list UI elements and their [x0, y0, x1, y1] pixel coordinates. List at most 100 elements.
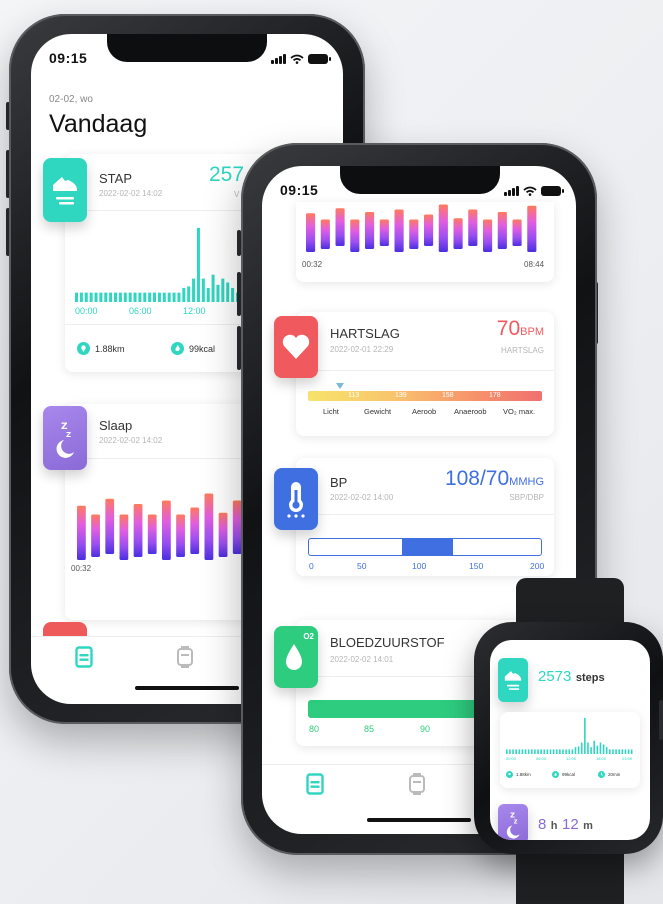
sleep-stage-block [379, 219, 389, 246]
step-bar [506, 749, 508, 754]
heart-zone-bar [308, 391, 542, 401]
step-card-title: STAP [99, 171, 132, 186]
device-tab-icon[interactable] [408, 773, 426, 795]
sleep-stage-block [497, 212, 507, 249]
sleep-stage-block [468, 209, 478, 246]
step-bar [512, 749, 514, 754]
heart-card-sub: HARTSLAG [501, 346, 544, 355]
step-bar [605, 747, 608, 754]
step-bar [534, 749, 536, 754]
page-title: Vandaag [49, 110, 148, 138]
heart-card-value: 70BPM [496, 317, 544, 340]
step-bar [94, 292, 98, 302]
sneaker-icon [53, 177, 77, 205]
heart-rate-card[interactable]: HARTSLAG 2022-02-01 22:29 70BPM HARTSLAG… [296, 312, 554, 436]
sleep-stage-chart [77, 493, 242, 560]
oxygen-card-title: BLOEDZUURSTOF [330, 635, 445, 650]
sleep-card-strip[interactable]: 00:32 08:44 [296, 202, 554, 282]
heart-icon [282, 334, 310, 359]
report-tab-icon[interactable] [306, 773, 324, 795]
heart-scale-tick: 178 [489, 392, 501, 399]
watch-crown-button[interactable] [659, 700, 663, 740]
calorie-stat: 99kcal [171, 342, 215, 355]
step-bar [602, 744, 605, 754]
step-bar [192, 278, 196, 302]
step-bar [104, 292, 108, 302]
flame-icon [171, 342, 184, 355]
report-tab-icon[interactable] [75, 646, 93, 668]
watch-distance-stat: 1.88km [506, 771, 531, 778]
heart-icon-tile-peek [43, 622, 87, 636]
clock-icon [598, 771, 605, 778]
step-bar [123, 292, 127, 302]
oxygen-card-date: 2022-02-02 14:01 [330, 655, 394, 664]
step-card-date: 2022-02-02 14:02 [99, 189, 163, 198]
watch-x-label: 06:00 [536, 756, 547, 761]
sleep-stage-block [350, 219, 360, 252]
oxygen-tick: 90 [420, 724, 431, 734]
flame-icon [552, 771, 559, 778]
step-bar [187, 286, 191, 302]
oxygen-tick: 85 [364, 724, 375, 734]
signal-icon [504, 186, 519, 196]
watch-duration-value: 20min [608, 772, 621, 777]
watch-screen: 2573 steps 00:00 06:00 12:00 18:00 23:59… [490, 640, 650, 840]
step-bar [509, 749, 511, 754]
bp-card-sub: SBP/DBP [509, 493, 544, 502]
wifi-icon [523, 186, 537, 196]
step-bar [128, 292, 132, 302]
watch-distance-value: 1.88km [516, 772, 531, 777]
step-x-label: 06:00 [129, 306, 152, 316]
step-x-label: 12:00 [183, 306, 206, 316]
step-bar [577, 746, 580, 754]
calorie-value: 99kcal [189, 343, 216, 354]
step-bar [590, 747, 592, 754]
step-bar [177, 292, 181, 302]
bp-tick: 200 [530, 561, 545, 571]
step-card-value: 257 [209, 163, 245, 186]
step-bar [624, 749, 627, 754]
status-icons [271, 54, 331, 64]
step-bar [84, 292, 88, 302]
step-bar [99, 292, 103, 302]
step-bar [182, 287, 186, 302]
step-bar [562, 749, 564, 754]
watch-duration-stat: 20min [598, 771, 620, 778]
sleep-stage-block [335, 208, 345, 246]
sleep-stage-block [162, 500, 171, 560]
sleep-stage-block [218, 512, 228, 557]
heart-card-divider [296, 370, 554, 371]
step-bar [143, 292, 147, 302]
watch-sleep-icon-tile: ZZ [498, 804, 528, 840]
sleep-stage-block [176, 514, 185, 557]
distance-value: 1.88km [95, 343, 125, 354]
step-bar [118, 292, 122, 302]
bp-tick: 50 [357, 561, 367, 571]
distance-stat: 1.88km [77, 342, 125, 355]
sleep-stage-block [512, 219, 522, 246]
step-bar [109, 292, 113, 302]
step-bar [157, 292, 161, 302]
sleep-end-time: 08:44 [524, 260, 545, 269]
status-icons [504, 186, 564, 196]
bp-card-title: BP [330, 475, 348, 490]
step-bar [530, 749, 533, 754]
step-bar [211, 274, 215, 302]
step-bar [552, 749, 555, 754]
heart-zone-label: VO₂ max. [503, 407, 536, 416]
blood-pressure-card[interactable]: BP 2022-02-02 14:00 108/70MMHG SBP/DBP 0… [296, 458, 554, 576]
step-icon-tile [43, 158, 87, 222]
step-bar [615, 749, 617, 754]
sleep-stage-block [190, 507, 200, 554]
location-pin-icon [77, 342, 90, 355]
heart-zone-label: Gewicht [364, 407, 392, 416]
watch-step-chart-card: 00:00 06:00 12:00 18:00 23:59 1.88km 99k… [500, 712, 640, 788]
device-tab-icon[interactable] [176, 646, 194, 668]
o2-label: O2 [303, 632, 314, 641]
battery-icon [541, 186, 564, 196]
step-bar [584, 717, 586, 754]
step-bar [630, 749, 633, 754]
step-bar [133, 292, 137, 302]
step-bar [167, 292, 171, 302]
bp-range-fill [401, 539, 453, 555]
